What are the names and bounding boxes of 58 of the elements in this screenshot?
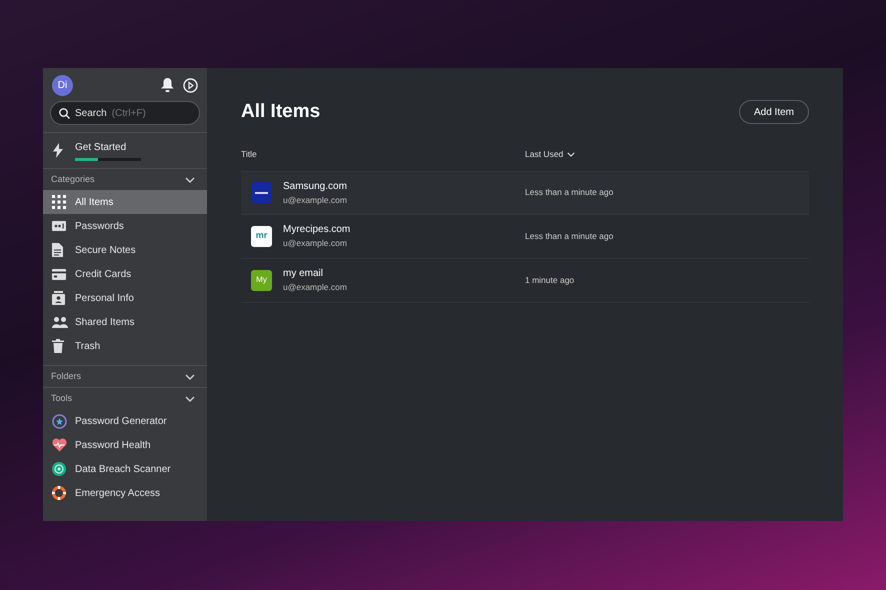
- category-item[interactable]: Passwords: [43, 214, 207, 238]
- item-username: u@example.com: [283, 237, 348, 250]
- generator-icon: [52, 414, 67, 428]
- letter-logo: My: [251, 270, 272, 290]
- section-toggle[interactable]: [185, 396, 195, 402]
- page-title: All Items: [241, 100, 320, 124]
- category-item[interactable]: Personal Info: [43, 286, 207, 310]
- get-started-link[interactable]: Get Started: [75, 140, 141, 155]
- id-card-icon: [52, 291, 65, 305]
- item-username: u@example.com: [283, 281, 347, 294]
- scanner-icon: [52, 462, 66, 476]
- section-heading: Folders: [51, 370, 82, 383]
- category-item[interactable]: Credit Cards: [43, 262, 207, 286]
- chevron-icon: [185, 176, 195, 182]
- heart-icon: [52, 438, 67, 452]
- item-row[interactable]: mr Myrecipes.com u@example.com Less than a minute ago: [241, 214, 809, 258]
- trash-icon: [52, 339, 64, 353]
- credit-card-icon: [52, 268, 66, 280]
- section-toggle[interactable]: [185, 176, 195, 182]
- section-heading: Categories: [51, 172, 95, 186]
- item-username: u@example.com: [283, 194, 347, 206]
- last-used: 1 minute ago: [525, 274, 574, 286]
- tool-link[interactable]: Emergency Access: [75, 486, 160, 500]
- column-header[interactable]: Last Used: [525, 148, 576, 161]
- play-circle-icon[interactable]: [183, 78, 198, 92]
- password-icon: [52, 221, 66, 231]
- grid-icon: [52, 195, 66, 209]
- category-item[interactable]: All Items: [43, 190, 207, 214]
- tool-link[interactable]: Data Breach Scanner: [75, 462, 171, 476]
- site-logo: mr: [251, 226, 272, 246]
- item-row[interactable]: My my email u@example.com 1 minute ago: [241, 258, 809, 302]
- chevron-icon: [567, 152, 576, 157]
- category-item[interactable]: Shared Items: [43, 310, 207, 334]
- avatar[interactable]: Di: [52, 74, 73, 96]
- last-used: Less than a minute ago: [525, 186, 614, 199]
- tool-link[interactable]: Password Health: [75, 438, 151, 452]
- note-icon: [52, 243, 63, 257]
- item-title: my email: [283, 267, 324, 282]
- samsung-logo: [251, 182, 272, 203]
- last-used: Less than a minute ago: [525, 230, 614, 242]
- chevron-icon: [185, 374, 195, 380]
- tool-link[interactable]: Password Generator: [75, 414, 167, 428]
- search-icon: [59, 108, 70, 118]
- people-icon: [52, 316, 68, 328]
- lifebuoy-icon: [52, 486, 66, 500]
- item-title: Samsung.com: [283, 180, 347, 194]
- bell-icon[interactable]: [161, 78, 174, 92]
- section-toggle[interactable]: [185, 374, 195, 380]
- item-title: Myrecipes.com: [283, 223, 350, 238]
- search-field[interactable]: Search (Ctrl+F): [50, 101, 200, 125]
- section-heading: Tools: [51, 392, 72, 405]
- lightning-icon: [53, 143, 63, 158]
- column-header[interactable]: Title: [241, 148, 525, 161]
- category-item[interactable]: Trash: [43, 334, 207, 358]
- category-item[interactable]: Secure Notes: [43, 238, 207, 262]
- chevron-icon: [185, 396, 195, 402]
- add-item-button[interactable]: Add Item: [738, 100, 809, 124]
- item-row[interactable]: Samsung.com u@example.com Less than a minute ago: [241, 170, 809, 214]
